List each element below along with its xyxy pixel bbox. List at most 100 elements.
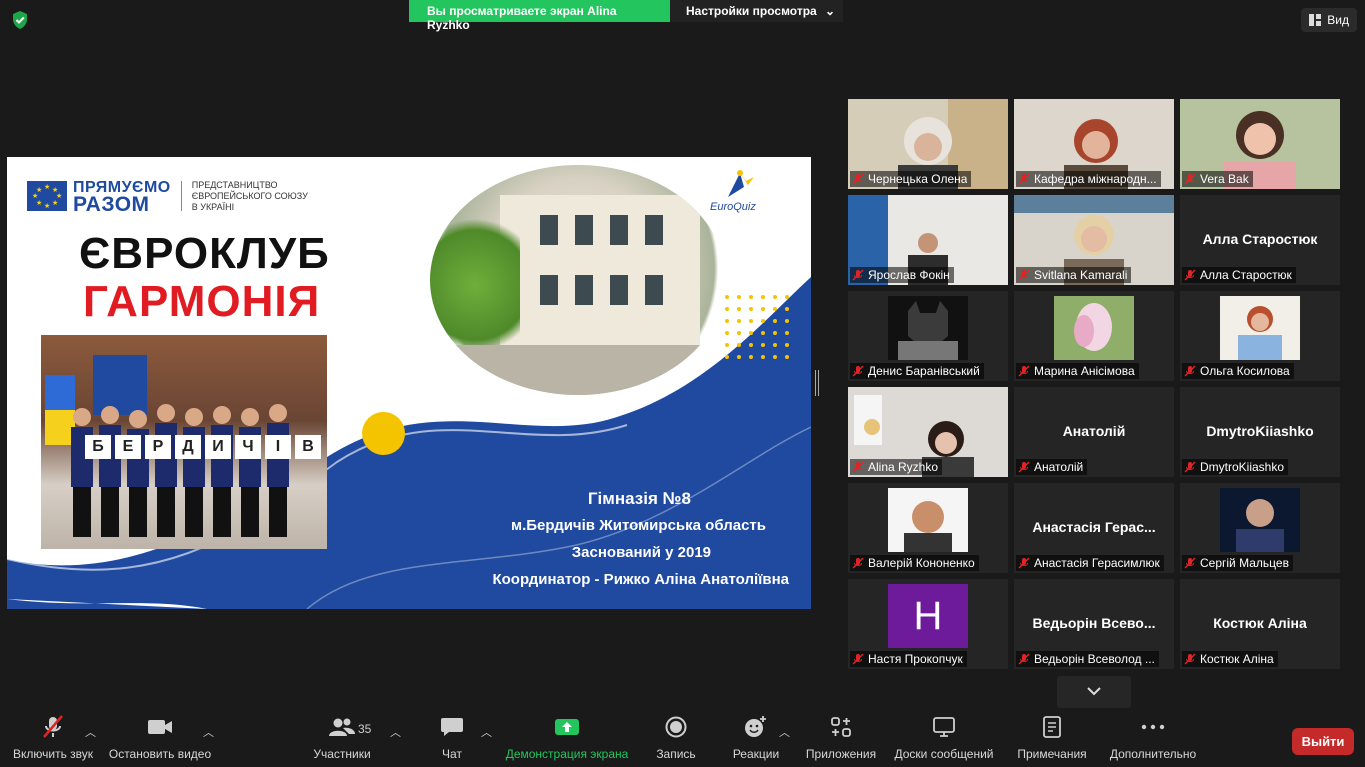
sharing-status-label: Вы просматриваете экран Alina Ryzhko bbox=[409, 0, 670, 32]
whiteboards-button[interactable]: Доски сообщений bbox=[890, 712, 998, 767]
ground bbox=[430, 345, 726, 395]
microphone-muted-icon bbox=[1018, 173, 1030, 185]
chat-options-caret-icon[interactable]: ︿ bbox=[481, 724, 492, 740]
notes-label: Примечания bbox=[1017, 747, 1087, 761]
participant-tile[interactable]: Валерій Кононенко bbox=[848, 483, 1008, 573]
zoom-window: Вы просматриваете экран Alina Ryzhko Нас… bbox=[0, 0, 1365, 767]
logo-divider bbox=[180, 181, 182, 211]
participant-name-tag: Ярослав Фокін bbox=[850, 267, 954, 283]
participant-tile[interactable]: Сергій Мальцев bbox=[1180, 483, 1340, 573]
letter-card: Ч bbox=[235, 435, 261, 459]
stop-video-button[interactable]: Остановить видео bbox=[106, 712, 214, 767]
logo-sub-2: ЄВРОПЕЙСЬКОГО СОЮЗУ bbox=[191, 190, 308, 201]
shared-screen-slide: ★ ★ ★ ★ ★ ★ ★ ★ ПРЯМУЄМО РАЗОМ ПРЕДСТАВНИЦТВО Є… bbox=[7, 157, 811, 609]
participant-name-tag: Vera Bak bbox=[1182, 171, 1253, 187]
participant-name: Настя Прокопчук bbox=[868, 652, 963, 666]
notes-button[interactable]: Примечания bbox=[1012, 712, 1092, 767]
tree-leaves bbox=[430, 205, 520, 365]
building-window bbox=[540, 275, 558, 305]
participant-tile[interactable]: Алла Старостюк Алла Старостюк bbox=[1180, 195, 1340, 285]
building-window bbox=[645, 215, 663, 245]
founded-year: Заснований у 2019 bbox=[571, 544, 711, 561]
participant-name-tag: Алла Старостюк bbox=[1182, 267, 1296, 283]
record-button[interactable]: Запись bbox=[650, 712, 702, 767]
gallery-next-page-button[interactable] bbox=[1057, 676, 1131, 708]
building-window bbox=[575, 215, 593, 245]
building-window bbox=[575, 275, 593, 305]
participant-tile[interactable]: Марина Анісімова bbox=[1014, 291, 1174, 381]
participant-tile[interactable]: Vera Bak bbox=[1180, 99, 1340, 189]
participant-name: Анатолій bbox=[1034, 460, 1084, 474]
participant-tile[interactable]: Svitlana Kamarali bbox=[1014, 195, 1174, 285]
participant-name: Денис Баранівський bbox=[868, 364, 980, 378]
letter-card: Д bbox=[175, 435, 201, 459]
participant-tile[interactable]: Костюк Аліна Костюк Аліна bbox=[1180, 579, 1340, 669]
reactions-button[interactable]: Реакции bbox=[728, 712, 784, 767]
participant-display-name: Алла Старостюк bbox=[1202, 231, 1318, 247]
participant-name-tag: Сергій Мальцев bbox=[1182, 555, 1293, 571]
view-options-dropdown[interactable]: Настройки просмотра ⌄ bbox=[670, 0, 843, 22]
participant-display-name: Анастасія Герас... bbox=[1032, 519, 1156, 535]
whiteboards-label: Доски сообщений bbox=[894, 747, 994, 761]
participant-name-tag: Кафедра міжнародн... bbox=[1016, 171, 1161, 187]
microphone-muted-icon bbox=[1184, 365, 1196, 377]
building-window bbox=[645, 275, 663, 305]
participant-tile[interactable]: Анатолій Анатолій bbox=[1014, 387, 1174, 477]
participant-tile[interactable]: Ведьорін Всево... Ведьорін Всеволод ... bbox=[1014, 579, 1174, 669]
participant-tile[interactable]: Ярослав Фокін bbox=[848, 195, 1008, 285]
participant-name-tag: Валерій Кононенко bbox=[850, 555, 979, 571]
participants-options-caret-icon[interactable]: ︿ bbox=[390, 724, 401, 740]
view-button-label: Вид bbox=[1327, 13, 1349, 27]
microphone-muted-icon bbox=[852, 173, 864, 185]
chat-bubble-icon bbox=[441, 718, 463, 736]
participant-tile[interactable]: Кафедра міжнародн... bbox=[1014, 99, 1174, 189]
eu-logo: ★ ★ ★ ★ ★ ★ ★ ★ ПРЯМУЄМО РАЗОМ ПРЕДСТАВНИЦТВО Є… bbox=[27, 179, 308, 216]
eu-flag-icon: ★ ★ ★ ★ ★ ★ ★ ★ bbox=[27, 181, 67, 211]
share-screen-button[interactable]: Демонстрация экрана bbox=[503, 712, 631, 767]
participant-tile[interactable]: Денис Баранівський bbox=[848, 291, 1008, 381]
participant-name: Чернецька Олена bbox=[868, 172, 968, 186]
microphone-muted-icon bbox=[1184, 173, 1196, 185]
microphone-muted-icon bbox=[1184, 653, 1196, 665]
apps-button[interactable]: Приложения bbox=[802, 712, 880, 767]
participant-name-tag: Alina Ryzhko bbox=[850, 459, 943, 475]
participant-tile[interactable]: Ольга Косилова bbox=[1180, 291, 1340, 381]
microphone-muted-icon bbox=[1184, 269, 1196, 281]
participant-tile[interactable]: Анастасія Герас... Анастасія Герасимлюк bbox=[1014, 483, 1174, 573]
reactions-options-caret-icon[interactable]: ︿ bbox=[779, 724, 790, 740]
leave-meeting-button[interactable]: Выйти bbox=[1292, 728, 1354, 755]
participant-tile[interactable]: H Настя Прокопчук bbox=[848, 579, 1008, 669]
more-button[interactable]: Дополнительно bbox=[1106, 712, 1200, 767]
audio-options-caret-icon[interactable]: ︿ bbox=[85, 724, 96, 740]
logo-subtitle: ПРЕДСТАВНИЦТВО ЄВРОПЕЙСЬКОГО СОЮЗУ В УКР… bbox=[192, 180, 308, 213]
participant-tile[interactable]: Alina Ryzhko bbox=[848, 387, 1008, 477]
participant-tile[interactable]: Чернецька Олена bbox=[848, 99, 1008, 189]
security-shield-icon[interactable] bbox=[10, 10, 30, 30]
microphone-muted-icon bbox=[852, 461, 864, 473]
letter-card: В bbox=[295, 435, 321, 459]
participant-name-tag: Костюк Аліна bbox=[1182, 651, 1278, 667]
video-options-caret-icon[interactable]: ︿ bbox=[203, 724, 214, 740]
building-wall bbox=[500, 195, 700, 345]
participant-tile[interactable]: DmytroKiiashko DmytroKiiashko bbox=[1180, 387, 1340, 477]
students-silhouettes bbox=[71, 404, 289, 537]
coordinator: Координатор - Рижко Аліна Анатоліївна bbox=[492, 571, 789, 588]
chat-button[interactable]: Чат bbox=[432, 712, 472, 767]
share-screen-label: Демонстрация экрана bbox=[505, 747, 629, 761]
participant-avatar-initial: H bbox=[888, 584, 968, 648]
smiley-icon bbox=[745, 716, 766, 737]
participant-name-tag: Денис Баранівський bbox=[850, 363, 984, 379]
participant-name: Костюк Аліна bbox=[1200, 652, 1274, 666]
participant-name: Ольга Косилова bbox=[1200, 364, 1290, 378]
logo-title: ПРЯМУЄМО РАЗОМ bbox=[73, 179, 171, 216]
participants-count: 35 bbox=[358, 722, 372, 736]
microphone-muted-icon bbox=[852, 653, 864, 665]
split-view-resize-handle[interactable] bbox=[815, 370, 819, 396]
participant-name-tag: Svitlana Kamarali bbox=[1016, 267, 1132, 283]
logo-line-2: РАЗОМ bbox=[73, 193, 150, 216]
logo-sub-3: В УКРАЇНІ bbox=[191, 201, 235, 212]
participants-button[interactable]: Участники bbox=[310, 712, 374, 767]
participant-name: Svitlana Kamarali bbox=[1034, 268, 1128, 282]
participant-name: Алла Старостюк bbox=[1200, 268, 1292, 282]
view-button[interactable]: Вид bbox=[1301, 8, 1357, 32]
